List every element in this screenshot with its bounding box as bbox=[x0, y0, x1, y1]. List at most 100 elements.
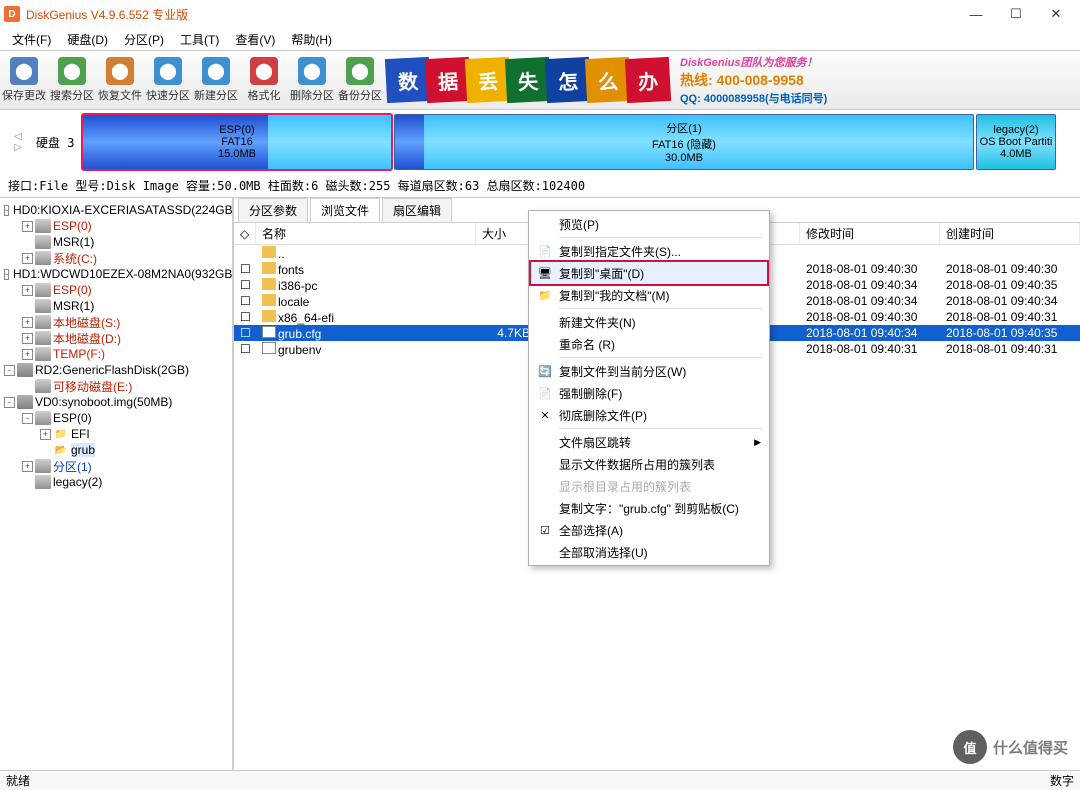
tree-toggle[interactable]: + bbox=[22, 333, 33, 344]
context-menu-item[interactable]: 文件扇区跳转▶ bbox=[531, 431, 767, 453]
tab[interactable]: 扇区编辑 bbox=[382, 198, 452, 222]
nav-arrows[interactable]: ◁▷ bbox=[4, 131, 32, 153]
file-size: 4.7KB bbox=[476, 326, 536, 340]
file-name: grubenv bbox=[256, 342, 476, 357]
tree-label: ESP(0) bbox=[53, 411, 92, 425]
menu-label: 文件扇区跳转 bbox=[559, 434, 631, 451]
menu-item[interactable]: 硬盘(D) bbox=[59, 29, 116, 50]
tree-toggle[interactable]: - bbox=[4, 205, 9, 216]
context-menu-item[interactable]: ☑全部选择(A) bbox=[531, 519, 767, 541]
context-menu-item[interactable]: 📄复制到指定文件夹(S)... bbox=[531, 240, 767, 262]
tree-node[interactable]: -RD2:GenericFlashDisk(2GB) bbox=[0, 362, 232, 378]
toolbar-label: 新建分区 bbox=[194, 87, 238, 103]
tree-node[interactable]: 📂grub bbox=[0, 442, 232, 458]
col-name[interactable]: 名称 bbox=[256, 223, 476, 244]
file-modified: 2018-08-01 09:40:34 bbox=[800, 294, 940, 308]
tree-toggle[interactable]: + bbox=[22, 221, 33, 232]
context-menu-item[interactable]: 📄强制删除(F) bbox=[531, 382, 767, 404]
partition-block[interactable]: 分区(1)FAT16 (隐藏)30.0MB bbox=[394, 114, 974, 170]
tree-toggle[interactable]: + bbox=[40, 429, 51, 440]
toolbar-button[interactable]: ⬤恢复文件 bbox=[96, 52, 144, 108]
menu-separator bbox=[559, 308, 763, 309]
menu-label: 全部取消选择(U) bbox=[559, 544, 648, 561]
tree-node[interactable]: MSR(1) bbox=[0, 298, 232, 314]
tree-node[interactable]: MSR(1) bbox=[0, 234, 232, 250]
context-menu-item[interactable]: 复制文字："grub.cfg" 到剪贴板(C) bbox=[531, 497, 767, 519]
toolbar-button[interactable]: ⬤快速分区 bbox=[144, 52, 192, 108]
context-menu-item[interactable]: 新建文件夹(N) bbox=[531, 311, 767, 333]
tree-node[interactable]: legacy(2) bbox=[0, 474, 232, 490]
tree-node[interactable]: + 系统(C:) bbox=[0, 250, 232, 266]
context-menu-item[interactable]: 显示文件数据所占用的簇列表 bbox=[531, 453, 767, 475]
menu-label: 全部选择(A) bbox=[559, 522, 623, 539]
menu-label: 复制到"桌面"(D) bbox=[559, 265, 644, 282]
tab[interactable]: 分区参数 bbox=[238, 198, 308, 222]
tree-toggle[interactable]: + bbox=[22, 317, 33, 328]
tab[interactable]: 浏览文件 bbox=[310, 198, 380, 222]
col-created[interactable]: 创建时间 bbox=[940, 223, 1080, 244]
context-menu-item[interactable]: 📁复制到"我的文档"(M) bbox=[531, 284, 767, 306]
tree-node[interactable]: +本地磁盘(D:) bbox=[0, 330, 232, 346]
menu-item[interactable]: 工具(T) bbox=[172, 29, 227, 50]
tree-toggle[interactable]: - bbox=[4, 269, 9, 280]
menu-label: 新建文件夹(N) bbox=[559, 314, 636, 331]
disk-tree[interactable]: -HD0:KIOXIA-EXCERIASATASSD(224GB)+ESP(0)… bbox=[0, 198, 234, 778]
tree-toggle[interactable]: - bbox=[22, 413, 33, 424]
tree-node[interactable]: -HD1:WDCWD10EZEX-08M2NA0(932GB) bbox=[0, 266, 232, 282]
tree-node[interactable]: +分区(1) bbox=[0, 458, 232, 474]
tree-node[interactable]: - ESP(0) bbox=[0, 410, 232, 426]
col-checkbox[interactable]: ◇ bbox=[234, 223, 256, 244]
promo-banner: 数据丢失怎么办 DiskGenius团队为您服务！ 热线: 400-008-99… bbox=[390, 54, 827, 106]
tree-label: 可移动磁盘(E:) bbox=[53, 378, 132, 395]
right-pane: 分区参数浏览文件扇区编辑 ◇ 名称 大小 文件类型 属性 短文件名 修改时间 创… bbox=[234, 198, 1080, 778]
tree-label: ESP(0) bbox=[53, 219, 92, 233]
menu-item[interactable]: 分区(P) bbox=[116, 29, 172, 50]
toolbar-button[interactable]: ⬤保存更改 bbox=[0, 52, 48, 108]
col-size[interactable]: 大小 bbox=[476, 223, 536, 244]
menu-icon: 📁 bbox=[537, 287, 553, 303]
toolbar-button[interactable]: ⬤格式化 bbox=[240, 52, 288, 108]
tree-toggle[interactable]: + bbox=[22, 253, 33, 264]
tree-node[interactable]: +ESP(0) bbox=[0, 282, 232, 298]
close-button[interactable]: ✕ bbox=[1036, 2, 1076, 26]
toolbar-button[interactable]: ⬤搜索分区 bbox=[48, 52, 96, 108]
tree-label: 系统(C:) bbox=[53, 250, 97, 267]
toolbar-button[interactable]: ⬤备份分区 bbox=[336, 52, 384, 108]
tree-label: VD0:synoboot.img(50MB) bbox=[35, 395, 172, 409]
menu-item[interactable]: 帮助(H) bbox=[283, 29, 340, 50]
menu-icon: 🖥 bbox=[537, 265, 553, 281]
tree-node[interactable]: 可移动磁盘(E:) bbox=[0, 378, 232, 394]
col-modified[interactable]: 修改时间 bbox=[800, 223, 940, 244]
context-menu-item[interactable]: 预览(P) bbox=[531, 213, 767, 235]
menu-item[interactable]: 查看(V) bbox=[227, 29, 283, 50]
context-menu-item[interactable]: 全部取消选择(U) bbox=[531, 541, 767, 563]
menu-icon: 📄 bbox=[537, 243, 553, 259]
minimize-button[interactable]: — bbox=[956, 2, 996, 26]
tree-node[interactable]: +本地磁盘(S:) bbox=[0, 314, 232, 330]
toolbar-icon: ⬤ bbox=[106, 57, 134, 85]
tree-toggle[interactable]: + bbox=[22, 349, 33, 360]
watermark-text: 什么值得买 bbox=[993, 737, 1068, 758]
tree-node[interactable]: -HD0:KIOXIA-EXCERIASATASSD(224GB) bbox=[0, 202, 232, 218]
context-menu-item[interactable]: 重命名 (R) bbox=[531, 333, 767, 355]
tree-node[interactable]: - VD0:synoboot.img(50MB) bbox=[0, 394, 232, 410]
toolbar-button[interactable]: ⬤删除分区 bbox=[288, 52, 336, 108]
file-created: 2018-08-01 09:40:35 bbox=[940, 278, 1080, 292]
tree-node[interactable]: + ESP(0) bbox=[0, 218, 232, 234]
context-menu-item[interactable]: 🖥 复制到"桌面"(D) bbox=[531, 262, 767, 284]
partition-block[interactable]: legacy(2)OS Boot Partiti4.0MB bbox=[976, 114, 1056, 170]
tree-toggle[interactable]: + bbox=[22, 461, 33, 472]
folder-icon bbox=[262, 278, 276, 290]
tree-node[interactable]: +📁EFI bbox=[0, 426, 232, 442]
toolbar-button[interactable]: ⬤新建分区 bbox=[192, 52, 240, 108]
partition-block[interactable]: ESP(0)FAT1615.0MB bbox=[82, 114, 392, 170]
tree-node[interactable]: +TEMP(F:) bbox=[0, 346, 232, 362]
tree-toggle[interactable]: - bbox=[4, 365, 15, 376]
tree-toggle[interactable]: - bbox=[4, 397, 15, 408]
context-menu-item[interactable]: 🔄复制文件到当前分区(W) bbox=[531, 360, 767, 382]
menu-item[interactable]: 文件(F) bbox=[4, 29, 59, 50]
maximize-button[interactable]: ☐ bbox=[996, 2, 1036, 26]
file-name: locale bbox=[256, 294, 476, 309]
tree-toggle[interactable]: + bbox=[22, 285, 33, 296]
context-menu-item[interactable]: ✕彻底删除文件(P) bbox=[531, 404, 767, 426]
